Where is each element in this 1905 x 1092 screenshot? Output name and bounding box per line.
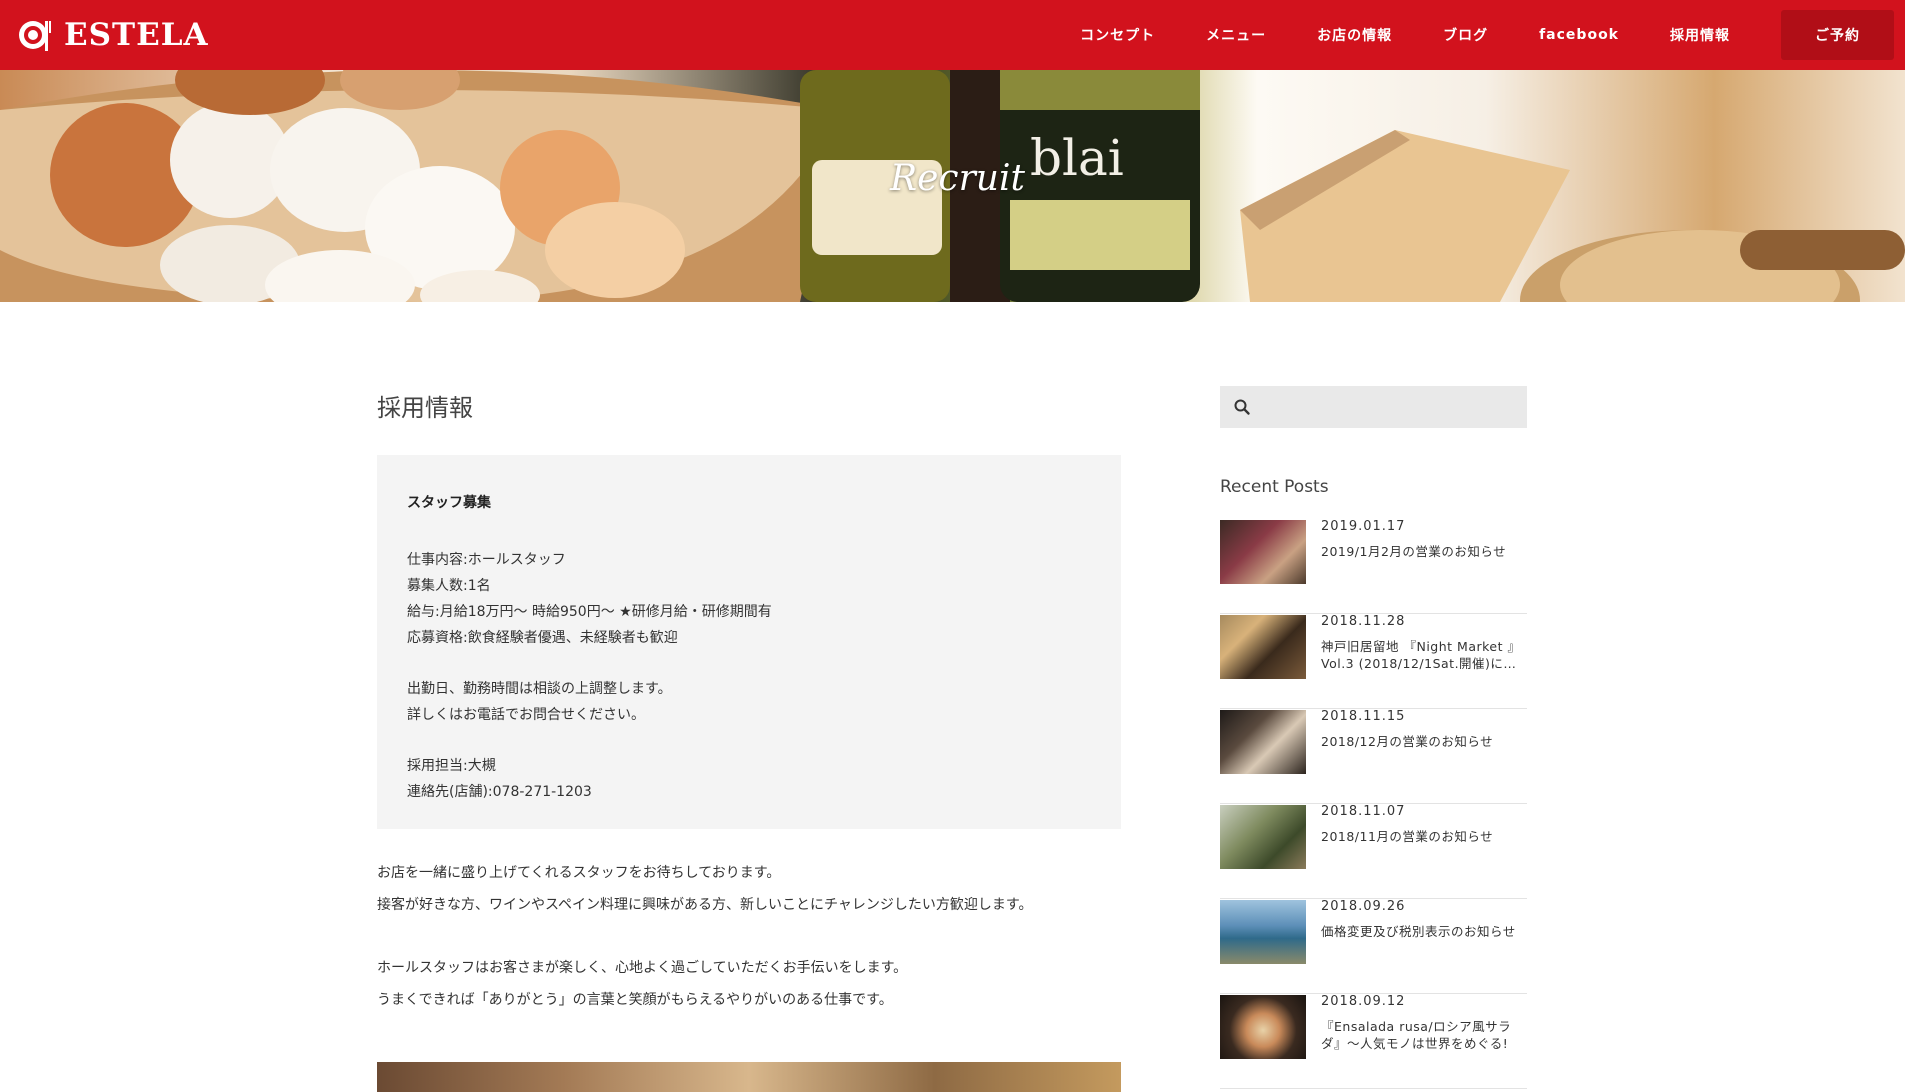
post-date: 2018.11.07: [1321, 804, 1406, 819]
recent-posts-heading: Recent Posts: [1220, 477, 1329, 497]
post-date: 2019.01.17: [1321, 519, 1406, 534]
food-photo: [377, 1062, 1121, 1092]
recent-posts-list: 2019.01.17 2019/1月2月の営業のお知らせ 2018.11.28 …: [1220, 519, 1527, 1089]
reserve-button[interactable]: ご予約: [1781, 10, 1894, 60]
logo-text: ESTELA: [64, 17, 209, 53]
post-date: 2018.11.15: [1321, 709, 1406, 724]
search-input[interactable]: [1260, 386, 1520, 428]
hero-title: Recruit: [890, 158, 1025, 199]
search-box[interactable]: [1220, 386, 1527, 428]
post-date: 2018.09.12: [1321, 994, 1406, 1009]
post-title[interactable]: 価格変更及び税別表示のお知らせ: [1321, 923, 1521, 940]
recent-post-item[interactable]: 2018.11.28 神戸旧居留地 『Night Market 』Vol.3 (…: [1220, 614, 1527, 709]
post-title[interactable]: 神戸旧居留地 『Night Market 』Vol.3 (2018/12/1Sa…: [1321, 638, 1521, 672]
recent-post-item[interactable]: 2018.11.15 2018/12月の営業のお知らせ: [1220, 709, 1527, 804]
post-thumbnail[interactable]: [1220, 900, 1306, 964]
recent-post-item[interactable]: 2019.01.17 2019/1月2月の営業のお知らせ: [1220, 519, 1527, 614]
recent-post-item[interactable]: 2018.09.12 『Ensalada rusa/ロシア風サラダ』〜人気モノは…: [1220, 994, 1527, 1089]
job-note: 詳しくはお電話でお問合せください。: [407, 707, 645, 723]
role-paragraph: ホールスタッフはお客さまが楽しく、心地よく過ごしていただくお手伝いをします。 う…: [377, 952, 907, 1016]
post-title[interactable]: 『Ensalada rusa/ロシア風サラダ』〜人気モノは世界をめぐる!: [1321, 1018, 1521, 1052]
post-date: 2018.09.26: [1321, 899, 1406, 914]
post-title[interactable]: 2018/12月の営業のお知らせ: [1321, 733, 1521, 750]
paragraph-line: ホールスタッフはお客さまが楽しく、心地よく過ごしていただくお手伝いをします。: [377, 960, 908, 976]
recent-post-item[interactable]: 2018.09.26 価格変更及び税別表示のお知らせ: [1220, 899, 1527, 994]
site-header: ESTELA コンセプト メニュー お店の情報 ブログ facebook 採用情…: [0, 0, 1905, 70]
logo-badge-icon: [19, 21, 51, 51]
job-detail: 応募資格:飲食経験者優遇、未経験者も歓迎: [407, 630, 678, 646]
recent-post-item[interactable]: 2018.11.07 2018/11月の営業のお知らせ: [1220, 804, 1527, 899]
post-title[interactable]: 2019/1月2月の営業のお知らせ: [1321, 543, 1521, 560]
main-nav: コンセプト メニュー お店の情報 ブログ facebook 採用情報 ご予約: [1080, 0, 1905, 70]
post-title[interactable]: 2018/11月の営業のお知らせ: [1321, 828, 1521, 845]
job-contact: 連絡先(店舗):078-271-1203: [407, 784, 592, 800]
hero-banner: blai Recruit: [0, 70, 1905, 302]
post-thumbnail[interactable]: [1220, 520, 1306, 584]
post-thumbnail[interactable]: [1220, 615, 1306, 679]
search-icon[interactable]: [1233, 398, 1251, 416]
nav-menu[interactable]: メニュー: [1206, 25, 1266, 45]
paragraph-line: うまくできれば「ありがとう」の言葉と笑顔がもらえるやりがいのある仕事です。: [377, 992, 893, 1008]
nav-shop-info[interactable]: お店の情報: [1317, 25, 1392, 45]
site-logo[interactable]: ESTELA: [18, 13, 209, 57]
job-contact: 採用担当:大槻: [407, 758, 496, 774]
job-heading: スタッフ募集: [407, 495, 491, 511]
job-detail: 募集人数:1名: [407, 578, 491, 594]
paragraph-line: 接客が好きな方、ワインやスペイン料理に興味がある方、新しいことにチャレンジしたい…: [377, 897, 1033, 913]
post-thumbnail[interactable]: [1220, 710, 1306, 774]
paragraph-line: お店を一緒に盛り上げてくれるスタッフをお待ちしております。: [377, 865, 781, 881]
intro-paragraph: お店を一緒に盛り上げてくれるスタッフをお待ちしております。 接客が好きな方、ワイ…: [377, 857, 1032, 921]
nav-blog[interactable]: ブログ: [1443, 25, 1488, 45]
nav-facebook[interactable]: facebook: [1539, 27, 1619, 43]
nav-concept[interactable]: コンセプト: [1080, 25, 1155, 45]
post-date: 2018.11.28: [1321, 614, 1406, 629]
job-posting-box: スタッフ募集 仕事内容:ホールスタッフ 募集人数:1名 給与:月給18万円〜 時…: [377, 455, 1121, 829]
job-note: 出勤日、勤務時間は相談の上調整します。: [407, 681, 672, 697]
svg-text:blai: blai: [1030, 129, 1124, 187]
page-title: 採用情報: [377, 394, 473, 422]
post-thumbnail[interactable]: [1220, 805, 1306, 869]
job-detail: 仕事内容:ホールスタッフ: [407, 552, 566, 568]
nav-recruit[interactable]: 採用情報: [1670, 25, 1730, 45]
post-thumbnail[interactable]: [1220, 995, 1306, 1059]
job-detail: 給与:月給18万円〜 時給950円〜 ★研修月給・研修期間有: [407, 604, 772, 620]
